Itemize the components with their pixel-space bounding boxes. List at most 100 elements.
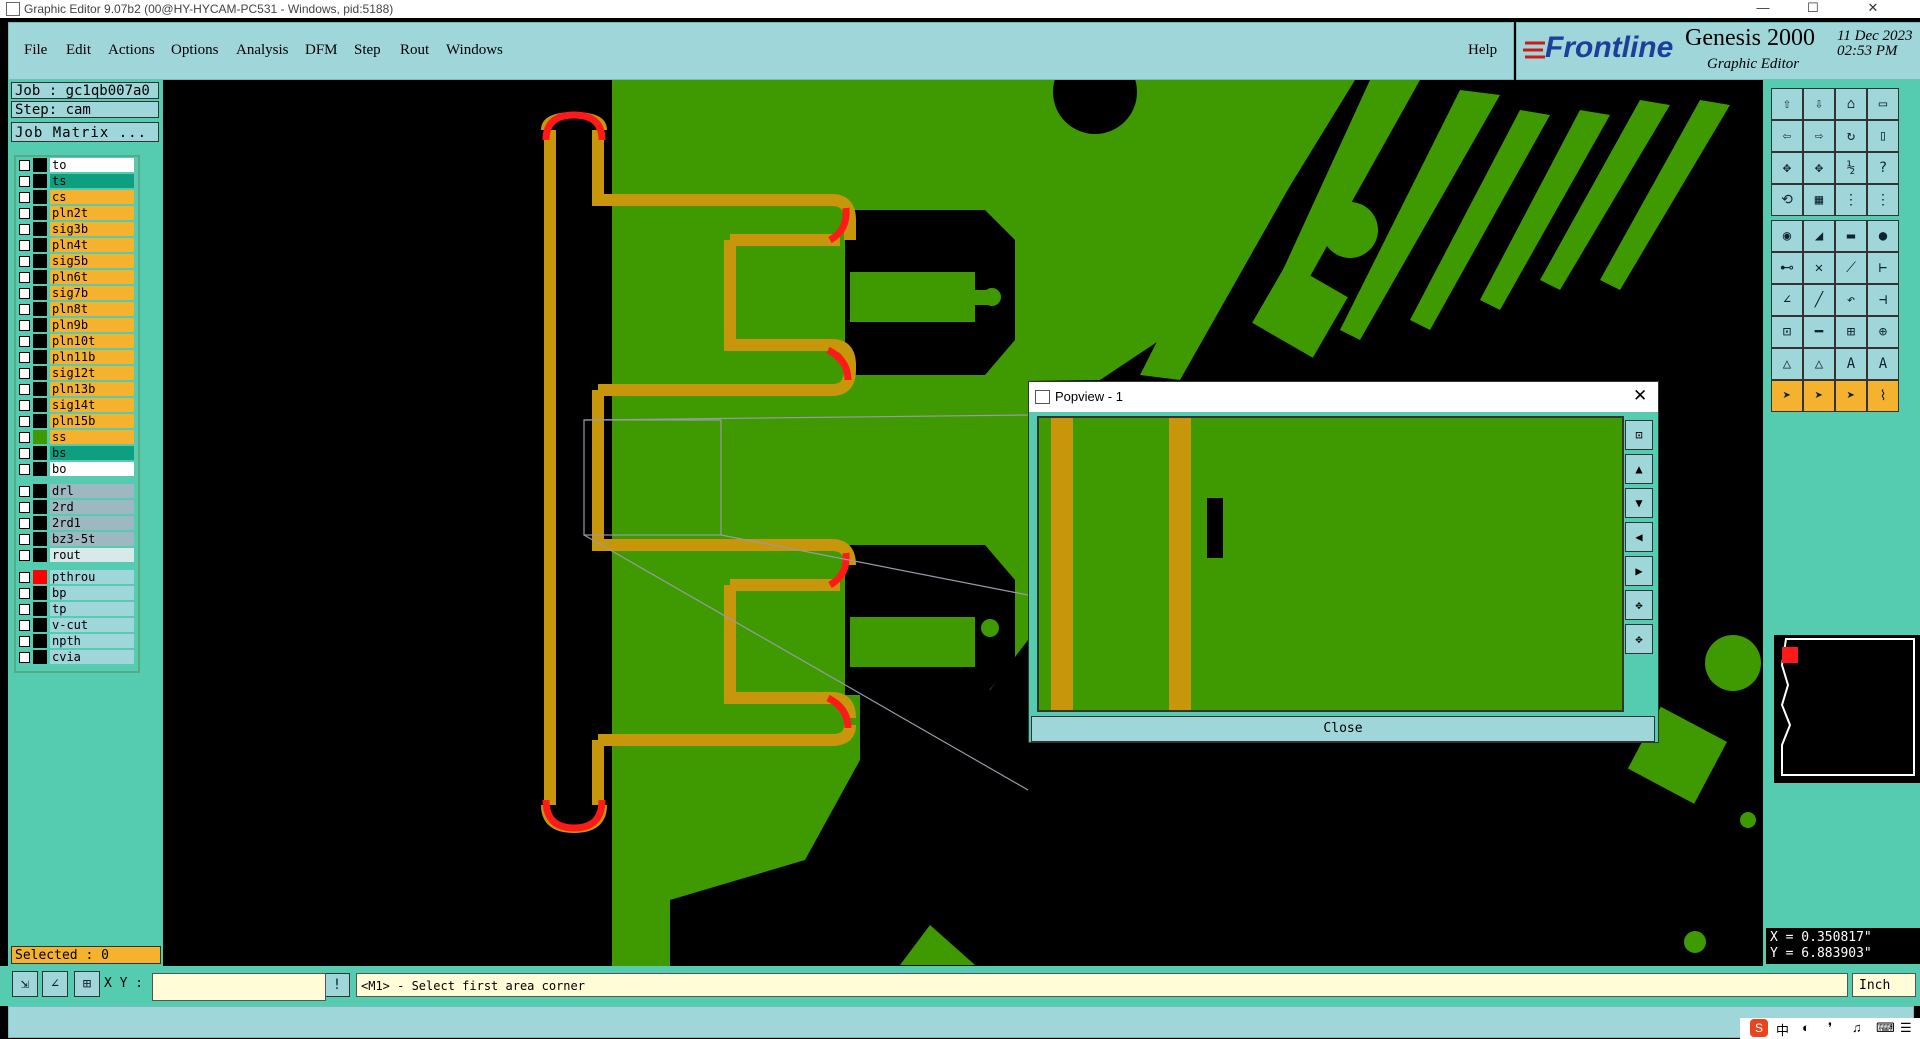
layer-swatch[interactable] — [33, 398, 47, 412]
layer-name[interactable]: bo — [50, 462, 134, 476]
unit-selector[interactable]: Inch — [1852, 973, 1916, 997]
layer-row[interactable]: bp — [16, 585, 138, 601]
layer-name[interactable]: pthrou — [50, 570, 134, 584]
layer-name[interactable]: 2rd1 — [50, 516, 134, 530]
layer-name[interactable]: pln11b — [50, 350, 134, 364]
layer-row[interactable]: pln4t — [16, 237, 138, 253]
layer-swatch[interactable] — [33, 334, 47, 348]
layer-swatch[interactable] — [33, 254, 47, 268]
home-tool-icon[interactable]: ⌂ — [1835, 88, 1867, 120]
layer-checkbox[interactable] — [19, 336, 30, 347]
minimize-button[interactable]: — — [1740, 0, 1786, 18]
layer-checkbox[interactable] — [19, 604, 30, 615]
layer-name[interactable]: sig14t — [50, 398, 134, 412]
layer-checkbox[interactable] — [19, 224, 30, 235]
layer-name[interactable]: bs — [50, 446, 134, 460]
popview-zoom-out-button[interactable]: ✥ — [1625, 624, 1653, 654]
layer-swatch[interactable] — [33, 462, 47, 476]
layer-checkbox[interactable] — [19, 636, 30, 647]
triangle-2-tool-icon[interactable]: △ — [1803, 348, 1835, 380]
layer-swatch[interactable] — [33, 382, 47, 396]
layer-name[interactable]: pln4t — [50, 238, 134, 252]
layer-name[interactable]: pln13b — [50, 382, 134, 396]
layer-row[interactable]: tp — [16, 601, 138, 617]
layer-swatch[interactable] — [33, 206, 47, 220]
menu-options[interactable]: Options — [171, 42, 219, 59]
keyboard-icon[interactable]: ⌨ — [1876, 1020, 1895, 1036]
ime-punctuation-icon[interactable]: ❜ — [1828, 1020, 1832, 1036]
layer-checkbox[interactable] — [19, 400, 30, 411]
select-3-tool-icon[interactable]: ➤ — [1835, 380, 1867, 412]
trim-tool-icon[interactable]: ⊣ — [1867, 284, 1899, 316]
layer-swatch[interactable] — [33, 222, 47, 236]
layer-swatch[interactable] — [33, 532, 47, 546]
layer-row[interactable]: v-cut — [16, 617, 138, 633]
layer-name[interactable]: sig5b — [50, 254, 134, 268]
split-tool-icon[interactable]: ⊞ — [1835, 316, 1867, 348]
layer-checkbox[interactable] — [19, 384, 30, 395]
layer-name[interactable]: sig12t — [50, 366, 134, 380]
layer-checkbox[interactable] — [19, 192, 30, 203]
zoom-half-tool-icon[interactable]: ½ — [1835, 152, 1867, 184]
layer-checkbox[interactable] — [19, 518, 30, 529]
layer-swatch[interactable] — [33, 366, 47, 380]
layer-swatch[interactable] — [33, 286, 47, 300]
resize-tool-icon[interactable]: ⊡ — [1771, 316, 1803, 348]
snap-tool-icon[interactable]: ⋮ — [1835, 184, 1867, 216]
layer-checkbox[interactable] — [19, 368, 30, 379]
pan-left-tool-icon[interactable]: ⇦ — [1771, 120, 1803, 152]
pan-down-tool-icon[interactable]: ⇩ — [1803, 88, 1835, 120]
add-line-tool-icon[interactable]: ▬ — [1835, 220, 1867, 252]
popview-pan-left-button[interactable]: ◀ — [1625, 522, 1653, 552]
menu-help[interactable]: Help — [1468, 42, 1497, 59]
angle-tool-icon[interactable]: ∠ — [1771, 284, 1803, 316]
layer-checkbox[interactable] — [19, 432, 30, 443]
layer-name[interactable]: sig7b — [50, 286, 134, 300]
select-tool-icon[interactable]: ➤ — [1771, 380, 1803, 412]
layer-swatch[interactable] — [33, 318, 47, 332]
layer-row[interactable]: sig12t — [16, 365, 138, 381]
popview-pan-right-button[interactable]: ▶ — [1625, 556, 1653, 586]
layer-checkbox[interactable] — [19, 176, 30, 187]
snap-2-tool-icon[interactable]: ⋮ — [1867, 184, 1899, 216]
popview-pan-up-button[interactable]: ▲ — [1625, 454, 1653, 484]
layer-swatch[interactable] — [33, 500, 47, 514]
layer-checkbox[interactable] — [19, 652, 30, 663]
popview-close-button[interactable]: Close — [1031, 716, 1655, 742]
layer-name[interactable]: sig3b — [50, 222, 134, 236]
layer-checkbox[interactable] — [19, 486, 30, 497]
ime-logo-icon[interactable]: S — [1750, 1019, 1768, 1037]
layer-row[interactable]: npth — [16, 633, 138, 649]
layer-name[interactable]: pln9b — [50, 318, 134, 332]
layer-row[interactable]: to — [16, 157, 138, 173]
layer-row[interactable]: sig3b — [16, 221, 138, 237]
job-matrix-button[interactable]: Job Matrix ... — [11, 122, 159, 142]
text-tool-icon[interactable]: A — [1835, 348, 1867, 380]
add-surface-tool-icon[interactable]: ◢ — [1803, 220, 1835, 252]
layer-row[interactable]: 2rd1 — [16, 515, 138, 531]
layer-checkbox[interactable] — [19, 208, 30, 219]
layer-swatch[interactable] — [33, 586, 47, 600]
layer-name[interactable]: bz3-5t — [50, 532, 134, 546]
layer-row[interactable]: ss — [16, 429, 138, 445]
layer-row[interactable]: bs — [16, 445, 138, 461]
popview-zoom-in-button[interactable]: ✥ — [1625, 590, 1653, 620]
menu-actions[interactable]: Actions — [108, 42, 155, 59]
layer-name[interactable]: to — [50, 158, 134, 172]
xy-input[interactable] — [152, 973, 326, 1001]
menu-rout[interactable]: Rout — [400, 42, 429, 59]
layer-name[interactable]: npth — [50, 634, 134, 648]
measure-mode-button[interactable]: ∠ — [42, 971, 68, 997]
layer-row[interactable]: sig14t — [16, 397, 138, 413]
arc-tool-icon[interactable]: ↶ — [1835, 284, 1867, 316]
layer-row[interactable]: pln8t — [16, 301, 138, 317]
popview-close-icon[interactable]: ✕ — [1633, 386, 1647, 406]
layer-row[interactable]: pln15b — [16, 413, 138, 429]
popview-pan-down-button[interactable]: ▼ — [1625, 488, 1653, 518]
layer-name[interactable]: pln6t — [50, 270, 134, 284]
query-tool-icon[interactable]: ? — [1867, 152, 1899, 184]
layer-name[interactable]: 2rd — [50, 500, 134, 514]
popview-zoom-fit-button[interactable]: ⊡ — [1625, 420, 1653, 450]
zoom-fit-tool-icon[interactable]: ✥ — [1771, 152, 1803, 184]
menu-dfm[interactable]: DFM — [305, 42, 338, 59]
